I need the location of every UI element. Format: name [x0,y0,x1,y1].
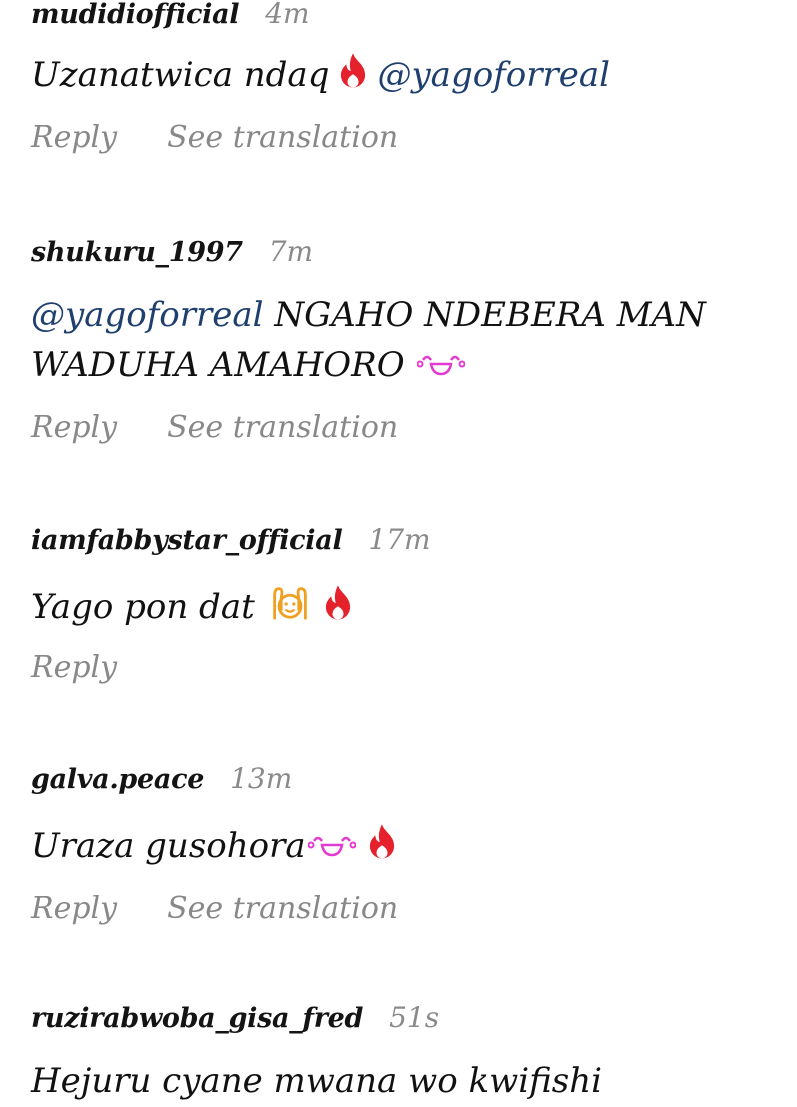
comment-meta: mudidiofficial 4m [31,0,777,34]
comment-meta: shukuru_1997 7m [31,232,777,272]
comment-mention-link[interactable]: @yagoforreal [31,295,264,335]
fire-icon [360,821,404,865]
comment-timestamp: 4m [265,0,310,30]
comment-item: ruzirabwoba_gisa_fred 51s Hejuru cyane m… [31,998,777,1106]
comment-username[interactable]: iamfabbystar_official [31,521,343,561]
comment-text-part: WADUHA AMAHORO [31,345,416,385]
comment-timestamp: 13m [230,762,293,795]
comment-username[interactable]: ruzirabwoba_gisa_fred [31,999,363,1039]
comment-actions: Reply See translation [31,118,777,158]
comment-timestamp: 17m [368,523,431,556]
comment-actions: Reply See translation [31,889,777,929]
tears-of-joy-icon [307,829,356,859]
comment-text-part: Hejuru cyane mwana wo kwifishi [31,1061,602,1101]
comment-username[interactable]: mudidiofficial [31,0,240,35]
fire-icon [331,50,375,94]
comment-username[interactable]: galva.peace [31,760,204,800]
comment-actions: Reply [31,648,777,688]
comment-text-part: NGAHO NDEBERA MAN [263,295,706,335]
comment-text-part: Uzanatwica ndaq [31,55,330,95]
fire-icon [316,582,360,626]
tears-of-joy-icon [417,348,466,378]
comment-timestamp: 51s [389,1001,440,1034]
comment-timestamp: 7m [268,235,314,268]
comment-text: Yago pon dat [31,582,777,632]
comment-text: @yagoforreal NGAHO NDEBERA MAN WADUHA AM… [31,290,777,390]
comment-text-part: Uraza gusohora [31,826,306,866]
see-translation-button[interactable]: See translation [167,408,398,448]
comment-mention-link[interactable]: @yagoforreal [377,55,610,95]
reply-button[interactable]: Reply [31,648,117,688]
comment-username[interactable]: shukuru_1997 [31,233,243,273]
see-translation-button[interactable]: See translation [167,889,398,929]
comment-meta: ruzirabwoba_gisa_fred 51s [31,998,777,1038]
comment-item: galva.peace 13m Uraza gusohora Reply See… [31,759,777,929]
comment-text: Hejuru cyane mwana wo kwifishi [31,1056,777,1106]
comment-text: Uzanatwica ndaq @yagoforreal [31,50,777,100]
reply-button[interactable]: Reply [31,118,117,158]
comment-item: shukuru_1997 7m @yagoforreal NGAHO NDEBE… [31,232,777,448]
comment-meta: iamfabbystar_official 17m [31,520,777,560]
comment-actions: Reply See translation [31,408,777,448]
reply-button[interactable]: Reply [31,889,117,929]
comment-text-part: Yago pon dat [31,587,266,627]
comment-item: iamfabbystar_official 17m Yago pon dat R… [31,520,777,688]
comment-meta: galva.peace 13m [31,759,777,799]
raising-hands-face-icon [268,582,312,626]
reply-button[interactable]: Reply [31,408,117,448]
see-translation-button[interactable]: See translation [167,118,398,158]
comment-text: Uraza gusohora [31,821,777,871]
comment-item: mudidiofficial 4m Uzanatwica ndaq @yagofo… [31,0,777,158]
